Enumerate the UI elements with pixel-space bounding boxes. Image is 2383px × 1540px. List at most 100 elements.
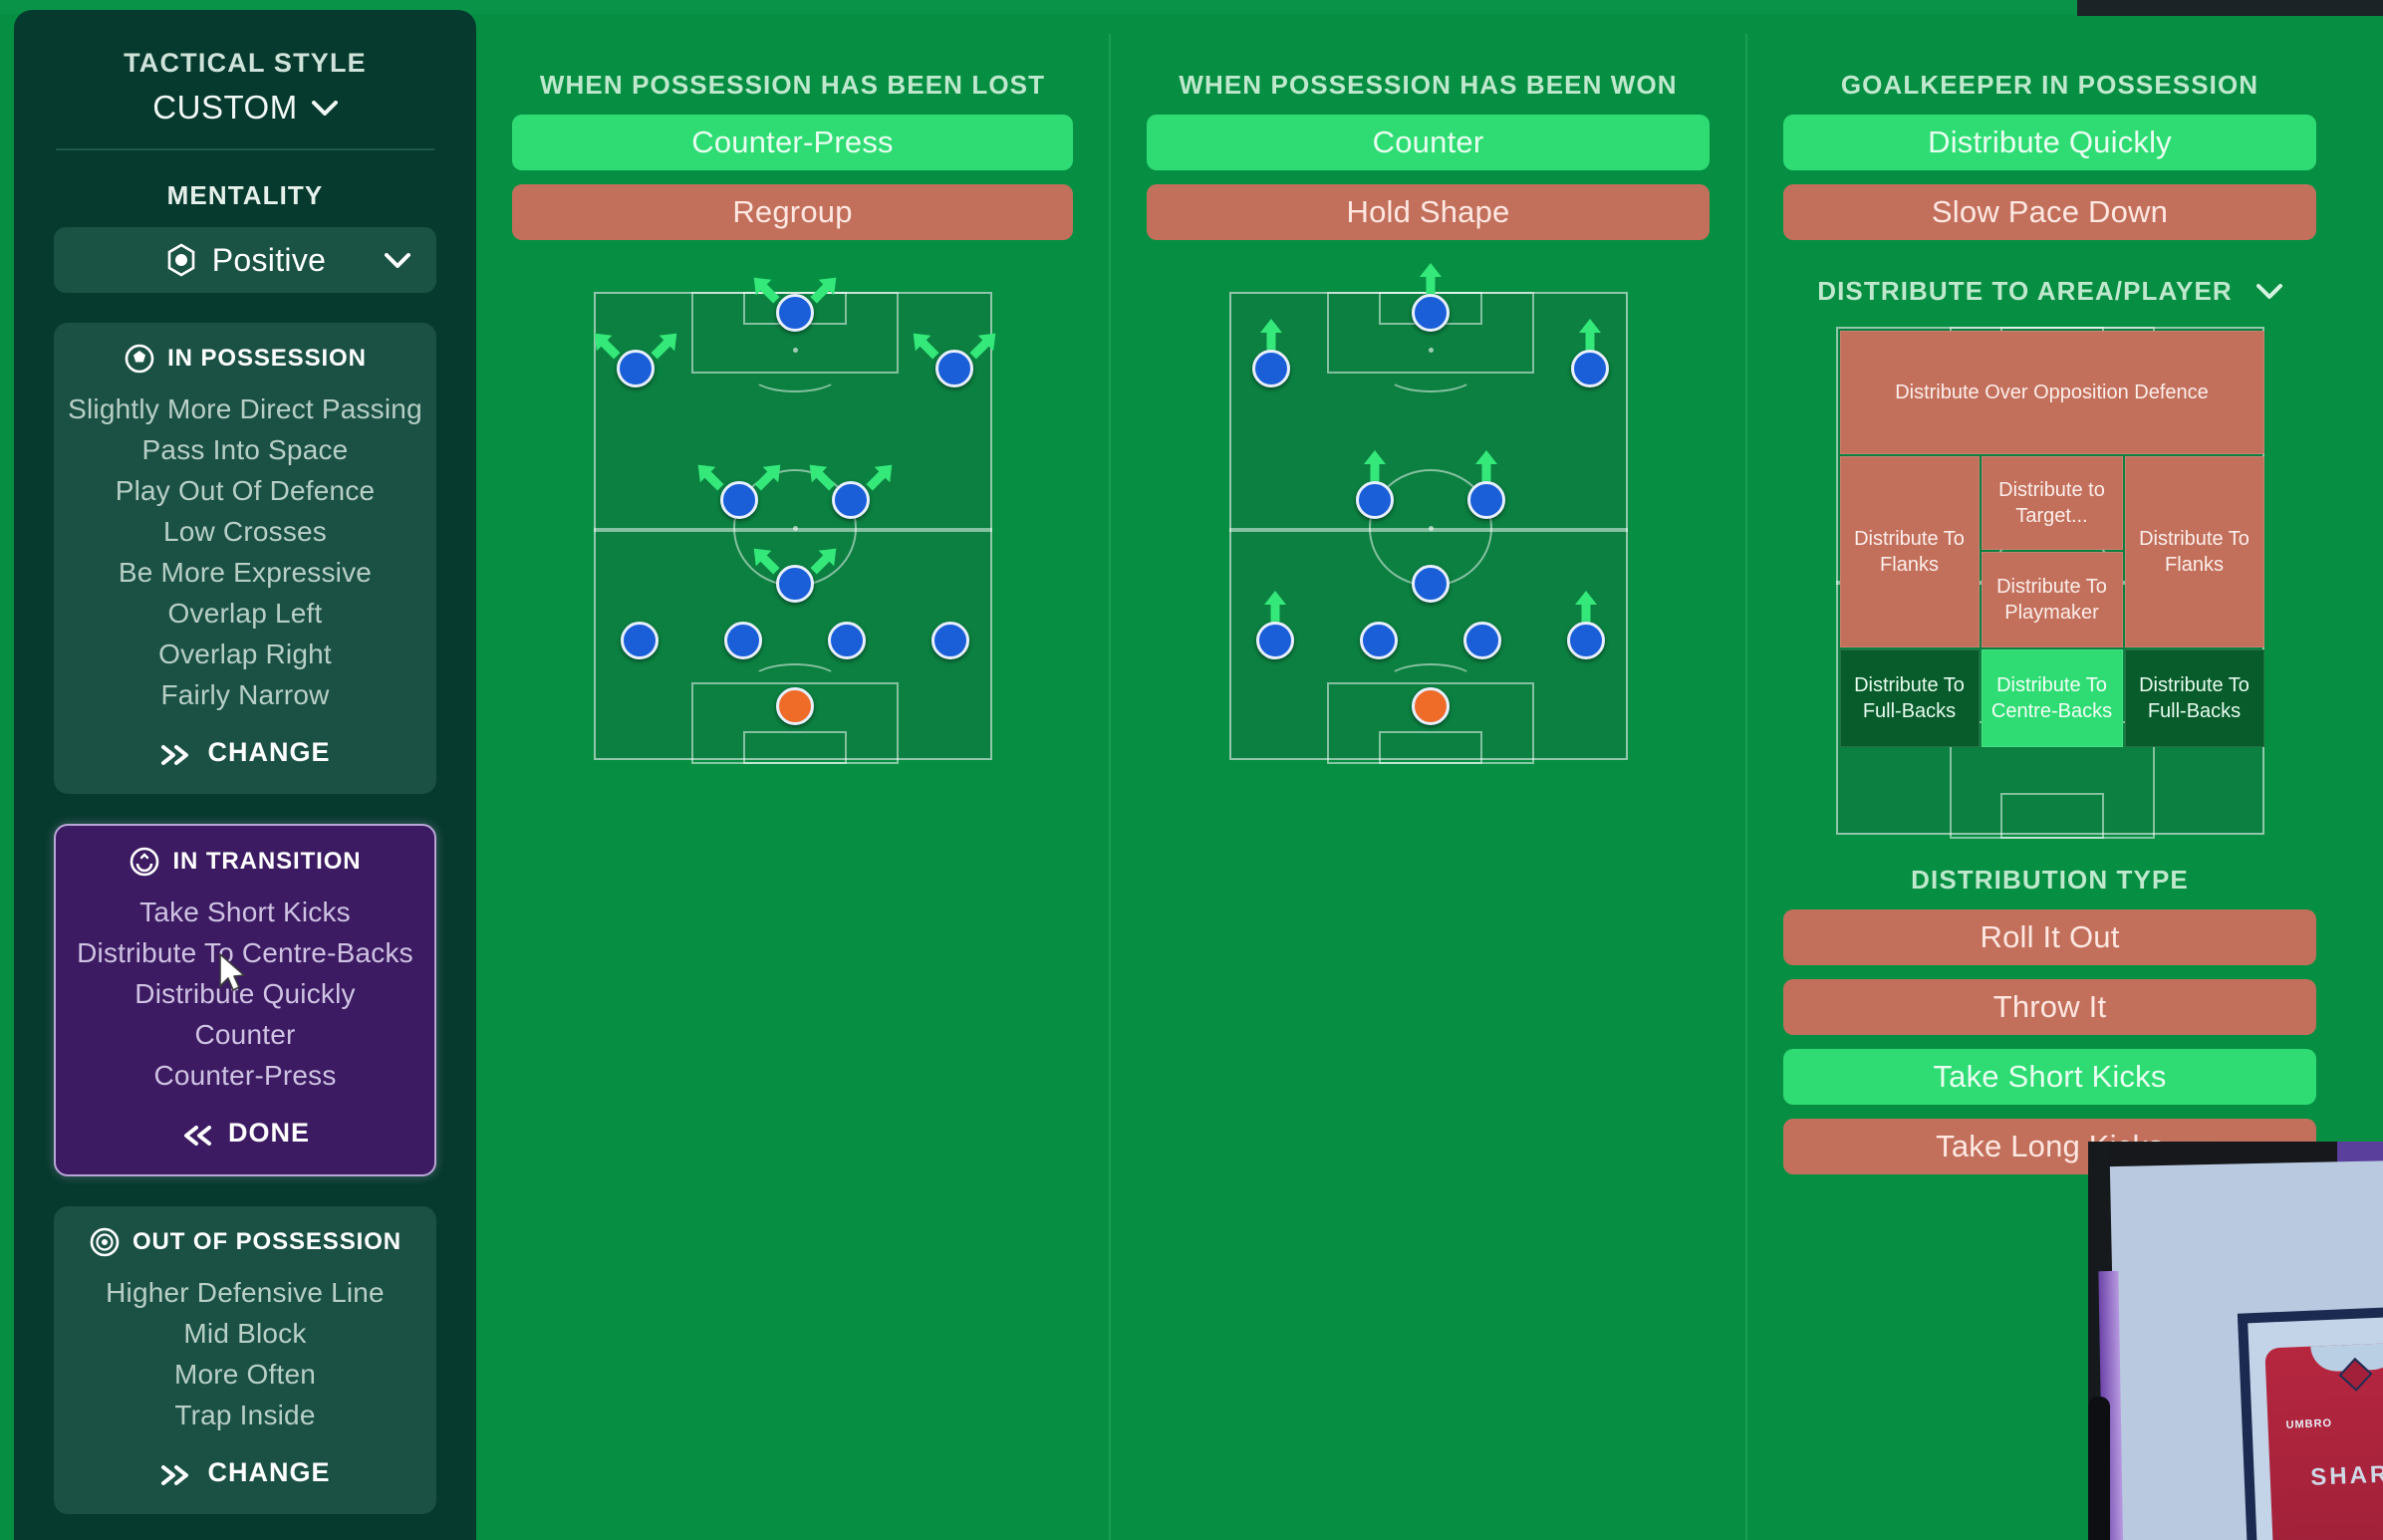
transition-badge-icon <box>129 846 160 878</box>
double-chevron-right-icon <box>159 1462 193 1485</box>
player-token-lw[interactable] <box>1251 350 1290 388</box>
list-item[interactable]: Low Crosses <box>64 511 426 552</box>
player-token-dm[interactable] <box>1411 565 1450 604</box>
distribute-area-pitch[interactable]: Distribute Over Opposition Defence Distr… <box>1835 327 2264 839</box>
player-token-rcm[interactable] <box>831 480 870 519</box>
pitch-possession-won[interactable] <box>1228 262 1628 764</box>
list-item[interactable]: Counter-Press <box>66 1055 424 1096</box>
zone-centre-backs[interactable]: Distribute To Centre-Backs <box>1981 649 2123 747</box>
player-movement-arrow-up-right <box>808 271 842 307</box>
centre-spot <box>1428 526 1434 531</box>
list-item[interactable]: Fairly Narrow <box>64 674 426 715</box>
player-token-st[interactable] <box>1411 293 1450 332</box>
player-token-rw[interactable] <box>1570 350 1609 388</box>
list-item[interactable]: Pass Into Space <box>64 429 426 470</box>
player-movement-arrow-up-left <box>748 271 782 307</box>
tactical-style-label: TACTICAL STYLE <box>124 48 367 78</box>
zone-full-backs-left[interactable]: Distribute To Full-Backs <box>1839 649 1980 747</box>
list-item[interactable]: Play Out Of Defence <box>64 470 426 511</box>
tactical-style-dropdown[interactable]: CUSTOM <box>14 89 476 127</box>
list-item[interactable]: Slightly More Direct Passing <box>64 388 426 429</box>
player-movement-arrow-up-left <box>692 458 726 494</box>
possession-badge-icon <box>124 343 155 375</box>
player-token-rb[interactable] <box>1566 621 1605 659</box>
in-possession-card[interactable]: IN POSSESSION Slightly More Direct Passi… <box>54 323 436 794</box>
list-item[interactable]: Counter <box>66 1014 424 1055</box>
list-item[interactable]: Be More Expressive <box>64 552 426 593</box>
tactics-main-panel: WHEN POSSESSION HAS BEEN LOST Counter-Pr… <box>476 34 2352 1540</box>
player-token-lcm[interactable] <box>1355 480 1394 519</box>
list-item[interactable]: Trap Inside <box>64 1395 426 1435</box>
option-throw-it[interactable]: Throw It <box>1783 979 2316 1035</box>
player-token-dm[interactable] <box>775 565 814 604</box>
out-of-possession-change-button[interactable]: CHANGE <box>64 1457 426 1488</box>
player-token-lcm[interactable] <box>719 480 758 519</box>
in-possession-change-button[interactable]: CHANGE <box>64 737 426 768</box>
mentality-value: Positive <box>211 241 327 278</box>
list-item[interactable]: Higher Defensive Line <box>64 1272 426 1313</box>
fm-tactics-screen: TACTICAL STYLE CUSTOM MENTALITY Positive <box>0 0 2383 1540</box>
overlay-black-bar <box>2088 1397 2110 1540</box>
list-item[interactable]: Mid Block <box>64 1313 426 1354</box>
zone-full-backs-right[interactable]: Distribute To Full-Backs <box>2124 649 2264 747</box>
out-of-possession-card[interactable]: OUT OF POSSESSION Higher Defensive Line … <box>54 1206 436 1514</box>
player-movement-arrow-up <box>1254 317 1288 353</box>
zone-playmaker[interactable]: Distribute To Playmaker <box>1981 552 2123 647</box>
player-movement-arrow-up-right <box>752 458 786 494</box>
player-token-lb[interactable] <box>620 621 659 659</box>
list-item[interactable]: Overlap Left <box>64 593 426 634</box>
option-hold-shape[interactable]: Hold Shape <box>1147 184 1710 240</box>
in-possession-change-label: CHANGE <box>207 737 331 767</box>
pitch-possession-lost[interactable] <box>593 277 995 764</box>
zone-flanks-left[interactable]: Distribute To Flanks <box>1839 456 1980 647</box>
player-movement-arrow-up-left <box>589 327 623 363</box>
player-token-lcb[interactable] <box>723 621 762 659</box>
list-item[interactable]: Overlap Right <box>64 634 426 674</box>
player-token-rw[interactable] <box>934 350 973 388</box>
player-movement-arrow-up <box>1573 317 1607 353</box>
six-yard-box-bottom <box>1378 731 1482 764</box>
option-slow-pace-down[interactable]: Slow Pace Down <box>1783 184 2316 240</box>
player-token-rb[interactable] <box>930 621 969 659</box>
player-movement-arrow-up-left <box>804 458 838 494</box>
player-token-rcb[interactable] <box>1462 621 1501 659</box>
option-regroup[interactable]: Regroup <box>512 184 1073 240</box>
overlay-wall: UMBRO SHARP <box>2109 1160 2383 1540</box>
zone-over-opposition-defence[interactable]: Distribute Over Opposition Defence <box>1839 331 2264 454</box>
option-roll-it-out[interactable]: Roll It Out <box>1783 909 2316 965</box>
in-transition-done-button[interactable]: DONE <box>66 1118 424 1149</box>
in-possession-title: IN POSSESSION <box>167 345 367 372</box>
top-right-chrome-strip <box>2077 0 2383 16</box>
zone-flanks-right[interactable]: Distribute To Flanks <box>2124 456 2264 647</box>
player-token-lcb[interactable] <box>1359 621 1398 659</box>
player-token-rcb[interactable] <box>827 621 866 659</box>
player-token-gk[interactable] <box>1411 686 1450 725</box>
player-movement-arrow-up <box>1569 589 1603 625</box>
player-token-lw[interactable] <box>616 350 655 388</box>
option-counter-press[interactable]: Counter-Press <box>512 115 1073 170</box>
defence-badge-icon <box>89 1226 121 1258</box>
mentality-dropdown[interactable]: Positive <box>54 227 436 293</box>
mentality-badge-icon <box>164 243 198 277</box>
option-take-short-kicks[interactable]: Take Short Kicks <box>1783 1049 2316 1105</box>
player-token-gk[interactable] <box>775 686 814 725</box>
list-item[interactable]: More Often <box>64 1354 426 1395</box>
option-distribute-quickly[interactable]: Distribute Quickly <box>1783 115 2316 170</box>
chevron-down-icon <box>2255 284 2282 299</box>
centre-spot <box>792 526 798 531</box>
player-token-rcm[interactable] <box>1466 480 1505 519</box>
player-movement-arrow-up-right <box>808 542 842 578</box>
player-token-lb[interactable] <box>1255 621 1294 659</box>
list-item[interactable]: Take Short Kicks <box>66 892 424 932</box>
column-possession-lost: WHEN POSSESSION HAS BEEN LOST Counter-Pr… <box>476 34 1109 1540</box>
zone-target-man[interactable]: Distribute to Target... <box>1981 456 2123 550</box>
player-token-st[interactable] <box>775 293 814 332</box>
distribute-area-header[interactable]: DISTRIBUTE TO AREA/PLAYER <box>1747 276 2352 307</box>
chevron-down-icon <box>311 100 338 116</box>
penalty-spot-top <box>792 348 798 354</box>
six-yard-box-bottom <box>742 731 847 764</box>
in-transition-card[interactable]: IN TRANSITION Take Short Kicks Distribut… <box>54 824 436 1176</box>
player-movement-arrow-up <box>1414 261 1448 297</box>
in-possession-header: IN POSSESSION <box>64 343 426 375</box>
option-counter[interactable]: Counter <box>1147 115 1710 170</box>
